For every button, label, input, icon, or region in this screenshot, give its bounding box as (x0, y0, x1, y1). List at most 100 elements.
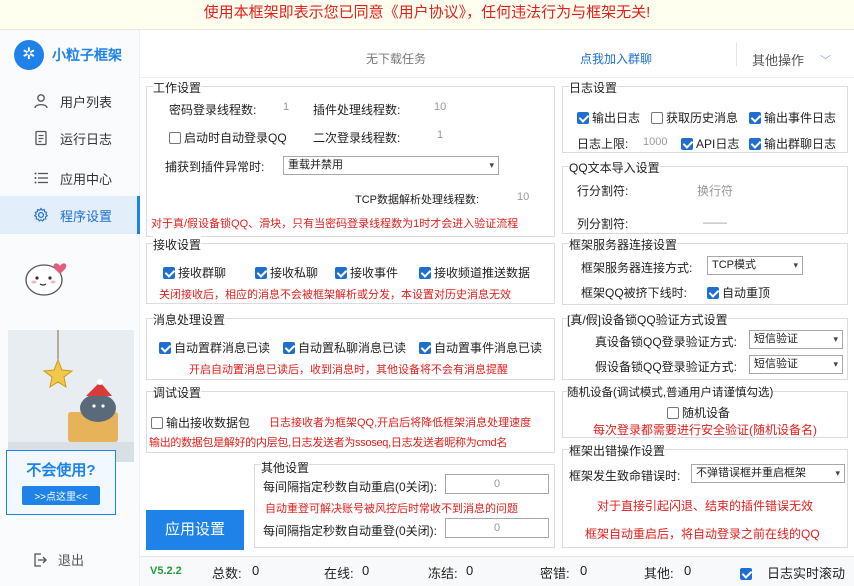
checkbox-box[interactable] (681, 138, 693, 150)
help-box[interactable]: 不会使用? >>点这里<< (6, 450, 116, 515)
apply-settings-button[interactable]: 应用设置 (146, 510, 244, 550)
checkbox-box[interactable] (169, 132, 181, 144)
nav-item-user-list[interactable]: 用户列表 (0, 82, 140, 120)
debug-note-1: 日志接收者为框架QQ,开启后将降低框架消息处理速度 (269, 417, 532, 429)
pwd-threads-input[interactable]: 1 (283, 101, 289, 113)
col-separator-input[interactable]: —— (703, 215, 727, 229)
exception-select[interactable]: 重载并禁用 ▾ (283, 156, 499, 175)
auto-read-group-checkbox[interactable]: 自动置群消息已读 (159, 339, 270, 356)
checkbox-box[interactable] (667, 407, 679, 419)
error-note-1: 对于直接引起闪退、结束的插件错误无效 (597, 499, 814, 513)
help-link-button[interactable]: >>点这里<< (22, 486, 100, 505)
event-log-checkbox[interactable]: 输出事件日志 (749, 109, 836, 126)
auto-read-private-checkbox[interactable]: 自动置私聊消息已读 (283, 339, 406, 356)
checkbox-label: 自动置事件消息已读 (434, 341, 543, 355)
connection-mode-label: 框架服务器连接方式: (581, 261, 693, 275)
other-settings-panel: 其他设置 每间隔指定秒数自动重启(0关闭): 0 自动重登可解决账号被风控后时常… (254, 459, 555, 548)
checkbox-box[interactable] (577, 112, 589, 124)
tcp-threads-input[interactable]: 10 (517, 191, 529, 203)
relogin-interval-input[interactable]: 0 (445, 518, 549, 538)
nav-label: 程序设置 (60, 208, 113, 224)
total-label: 总数: (212, 566, 242, 581)
fake-device-lock-select[interactable]: 短信验证 ▾ (749, 355, 843, 374)
receive-event-checkbox[interactable]: 接收事件 (335, 264, 398, 281)
connection-mode-value: TCP模式 (712, 259, 756, 271)
fatal-error-select[interactable]: 不弹错误框并重启框架 ▾ (691, 464, 845, 483)
pwderr-label: 密错: (540, 566, 570, 581)
join-group-link[interactable]: 点我加入群聊 (580, 50, 652, 67)
auto-reconnect-checkbox[interactable]: 自动重顶 (707, 284, 770, 301)
checkbox-label: 随机设备 (682, 406, 731, 420)
other-count: 0 (684, 563, 692, 578)
list-icon (32, 169, 50, 187)
panel-title: 工作设置 (153, 79, 202, 96)
real-device-lock-select[interactable]: 短信验证 ▾ (749, 330, 843, 349)
auto-login-checkbox[interactable]: 启动时自动登录QQ (169, 129, 287, 146)
version-label: V5.2.2 (150, 565, 182, 577)
work-settings-panel: 工作设置 密码登录线程数: 1 插件处理线程数: 10 启动时自动登录QQ 二次… (146, 79, 555, 237)
online-label: 在线: (324, 566, 354, 581)
checkbox-box[interactable] (151, 417, 163, 429)
receive-group-checkbox[interactable]: 接收群聊 (163, 264, 226, 281)
chevron-down-icon[interactable]: ﹀ (820, 52, 831, 68)
exception-label: 捕获到插件异常时: (165, 160, 265, 174)
history-checkbox[interactable]: 获取历史消息 (651, 109, 738, 126)
fake-device-lock-value: 短信验证 (754, 358, 798, 370)
other-actions-menu[interactable]: 其他操作 (752, 50, 804, 69)
log-limit-input[interactable]: 1000 (643, 136, 667, 148)
help-title: 不会使用? (26, 462, 96, 479)
tcp-threads-label: TCP数据解析处理线程数: (355, 194, 480, 206)
checkbox-box[interactable] (707, 287, 719, 299)
sidebar: ✲ 小粒子框架 用户列表 运行日志 应用中心 程序设置 不会使用? >>点这里<… (0, 30, 140, 586)
nav-item-settings[interactable]: 程序设置 (0, 196, 140, 234)
second-threads-input[interactable]: 1 (437, 129, 443, 141)
output-log-checkbox[interactable]: 输出日志 (577, 109, 640, 126)
realtime-scroll-checkbox[interactable]: 日志实时滚动 (740, 563, 845, 582)
plugin-threads-input[interactable]: 10 (434, 101, 446, 113)
brand-name: 小粒子框架 (52, 47, 122, 63)
checkbox-box[interactable] (419, 267, 431, 279)
total-count: 0 (252, 563, 260, 578)
nav-item-run-log[interactable]: 运行日志 (0, 119, 140, 157)
panel-title: 接收设置 (153, 236, 202, 253)
checkbox-box[interactable] (159, 342, 171, 354)
random-device-panel: 随机设备(调试模式,普通用户请谨慎勾选) 随机设备 每次登录都需要进行安全验证(… (562, 384, 848, 438)
random-device-warning: 每次登录都需要进行安全验证(随机设备名) (593, 423, 817, 437)
panel-title: 调试设置 (153, 384, 202, 401)
receive-channel-checkbox[interactable]: 接收频道推送数据 (419, 264, 530, 281)
top-bar: 无下载任务 点我加入群聊 其他操作 ﹀ (140, 30, 854, 78)
error-note-2: 框架自动重启后，将自动登录之前在线的QQ (585, 527, 820, 541)
group-log-checkbox[interactable]: 输出群聊日志 (749, 135, 836, 152)
exit-button[interactable]: 退出 (32, 550, 84, 569)
exception-value: 重载并禁用 (288, 159, 343, 171)
auto-read-event-checkbox[interactable]: 自动置事件消息已读 (419, 339, 542, 356)
checkbox-box[interactable] (255, 267, 267, 279)
random-device-checkbox[interactable]: 随机设备 (667, 404, 730, 421)
restart-interval-input[interactable]: 0 (445, 474, 549, 494)
checkbox-box[interactable] (749, 112, 761, 124)
output-packet-checkbox[interactable]: 输出接收数据包 (151, 414, 250, 431)
online-count: 0 (362, 563, 370, 578)
chevron-down-icon: ▾ (833, 359, 838, 369)
chevron-down-icon: ▾ (835, 468, 840, 478)
checkbox-box[interactable] (419, 342, 431, 354)
row-separator-input[interactable]: 换行符 (697, 182, 733, 199)
nav-item-app-center[interactable]: 应用中心 (0, 159, 140, 197)
checkbox-box[interactable] (283, 342, 295, 354)
document-icon (32, 129, 50, 147)
gear-icon (32, 206, 50, 224)
fake-device-lock-label: 假设备锁QQ登录验证方式: (595, 360, 738, 374)
connection-mode-select[interactable]: TCP模式 ▾ (707, 256, 803, 275)
real-device-lock-label: 真设备锁QQ登录验证方式: (595, 335, 738, 349)
pwderr-count: 0 (580, 563, 588, 578)
checkbox-box[interactable] (740, 568, 752, 580)
checkbox-label: 输出事件日志 (764, 111, 837, 125)
checkbox-box[interactable] (335, 267, 347, 279)
checkbox-box[interactable] (749, 138, 761, 150)
receive-private-checkbox[interactable]: 接收私聊 (255, 264, 318, 281)
checkbox-box[interactable] (163, 267, 175, 279)
col-separator-label: 列分割符: (577, 217, 629, 231)
checkbox-box[interactable] (651, 112, 663, 124)
log-limit-label: 日志上限: (577, 137, 629, 151)
api-log-checkbox[interactable]: API日志 (681, 135, 739, 152)
